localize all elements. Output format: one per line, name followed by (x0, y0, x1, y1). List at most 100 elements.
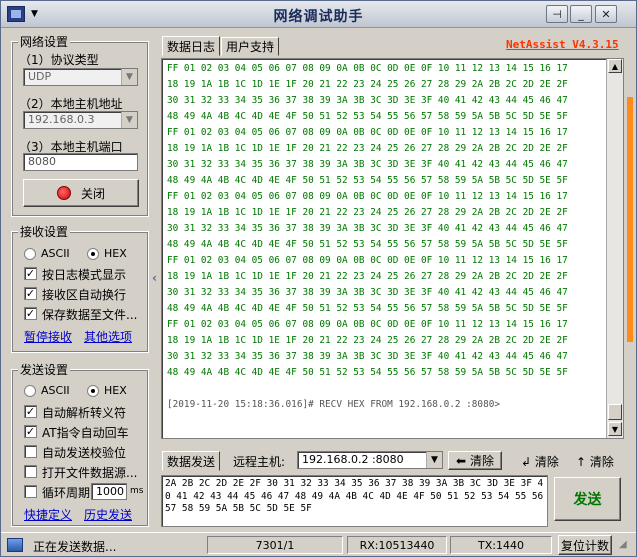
chevron-down-icon[interactable]: ▼ (121, 69, 137, 85)
receive-line: 30 31 32 33 34 35 36 37 38 39 3A 3B 3C 3… (167, 95, 568, 106)
close-connection-button[interactable]: 关闭 (23, 179, 139, 207)
cycle-input[interactable]: 1000 (91, 483, 127, 500)
receive-line: 18 19 1A 1B 1C 1D 1E 1F 20 21 22 23 24 2… (167, 143, 568, 154)
receive-line: 18 19 1A 1B 1C 1D 1E 1F 20 21 22 23 24 2… (167, 79, 568, 90)
send-input[interactable]: 2A 2B 2C 2D 2E 2F 30 31 32 33 34 35 36 3… (161, 475, 548, 527)
chevron-down-icon[interactable]: ▼ (426, 452, 442, 468)
arrow-left-icon: ⬅ (455, 453, 467, 468)
clear-recv-label: 清除 (534, 455, 559, 469)
receive-line: FF 01 02 03 04 05 06 07 08 09 0A 0B 0C 0… (167, 255, 568, 266)
receive-line: FF 01 02 03 04 05 06 07 08 09 0A 0B 0C 0… (167, 63, 568, 74)
group-title: 接收设置 (18, 223, 71, 240)
recv-ascii-label: ASCII (41, 247, 70, 260)
at-crlf-label: AT指令自动回车 (42, 426, 129, 440)
status-tx: TX:1440 (450, 536, 552, 554)
close-window-button[interactable]: ✕ (595, 5, 617, 23)
receive-line: 48 49 4A 4B 4C 4D 4E 4F 50 51 52 53 54 5… (167, 367, 568, 378)
open-file-label: 打开文件数据源... (42, 466, 138, 480)
clear-recv-button[interactable]: ↲ 清除 (521, 453, 559, 470)
checksum-label: 自动发送校验位 (42, 446, 127, 460)
log-mode-checkbox[interactable]: ✓ (24, 267, 37, 280)
status-sending: 正在发送数据... (33, 540, 117, 554)
remote-host-value: 192.168.0.2 :8080 (302, 453, 404, 466)
protocol-label: （1）协议类型 (19, 53, 99, 67)
minimize-icon: _ (578, 7, 584, 21)
version-link[interactable]: NetAssist V4.3.15 (506, 38, 619, 51)
scroll-up-icon[interactable]: ▲ (608, 59, 622, 73)
send-tab[interactable]: 数据发送 (162, 451, 220, 471)
receive-line: 48 49 4A 4B 4C 4D 4E 4F 50 51 52 53 54 5… (167, 239, 568, 250)
pin-icon: ⊣ (552, 7, 562, 21)
receive-scrollbar[interactable]: ▲ ▼ (606, 59, 623, 438)
remote-host-label: 远程主机: (233, 455, 286, 469)
scroll-thumb[interactable] (608, 404, 622, 420)
receive-line: FF 01 02 03 04 05 06 07 08 09 0A 0B 0C 0… (167, 127, 568, 138)
clear-remote-label: 清除 (470, 454, 495, 468)
clear-send-button[interactable]: ↑ 清除 (576, 453, 614, 470)
protocol-value: UDP (28, 70, 52, 83)
cycle-unit: ms (130, 486, 144, 496)
checksum-checkbox[interactable] (24, 445, 37, 458)
at-crlf-checkbox[interactable]: ✓ (24, 425, 37, 438)
auto-wrap-label: 接收区自动换行 (42, 288, 127, 302)
send-hex-label: HEX (104, 384, 127, 397)
shortcut-define-link[interactable]: 快捷定义 (24, 506, 72, 523)
receive-line: 48 49 4A 4B 4C 4D 4E 4F 50 51 52 53 54 5… (167, 111, 568, 122)
receive-line: 30 31 32 33 34 35 36 37 38 39 3A 3B 3C 3… (167, 287, 568, 298)
clear-remote-button[interactable]: ⬅ 清除 (448, 451, 502, 470)
tab-user-support[interactable]: 用户支持 (221, 37, 279, 56)
receive-line: 30 31 32 33 34 35 36 37 38 39 3A 3B 3C 3… (167, 351, 568, 362)
status-led-icon (56, 186, 71, 200)
open-file-checkbox[interactable] (24, 465, 37, 478)
protocol-select[interactable]: UDP ▼ (23, 68, 138, 86)
auto-wrap-checkbox[interactable]: ✓ (24, 287, 37, 300)
send-hex-radio[interactable] (87, 385, 99, 397)
port-input[interactable]: 8080 (23, 153, 138, 171)
status-bar: 正在发送数据... 7301/1 RX:10513440 TX:1440 复位计… (1, 532, 636, 556)
auto-escape-checkbox[interactable]: ✓ (24, 405, 37, 418)
accent-bar (627, 97, 633, 342)
cycle-checkbox[interactable] (24, 485, 37, 498)
status-rx: RX:10513440 (347, 536, 447, 554)
send-button[interactable]: 发送 (554, 477, 621, 521)
receive-line: 18 19 1A 1B 1C 1D 1E 1F 20 21 22 23 24 2… (167, 271, 568, 282)
scroll-down-icon[interactable]: ▼ (608, 422, 622, 436)
receive-log-area[interactable]: FF 01 02 03 04 05 06 07 08 09 0A 0B 0C 0… (161, 58, 624, 439)
host-select[interactable]: 192.168.0.3 ▼ (23, 111, 138, 129)
reset-count-button[interactable]: 复位计数 (558, 535, 612, 555)
group-title: 网络设置 (18, 33, 71, 50)
receive-line: 30 31 32 33 34 35 36 37 38 39 3A 3B 3C 3… (167, 223, 568, 234)
receive-line: 30 31 32 33 34 35 36 37 38 39 3A 3B 3C 3… (167, 159, 568, 170)
close-connection-label: 关闭 (80, 186, 105, 201)
receive-line: 48 49 4A 4B 4C 4D 4E 4F 50 51 52 53 54 5… (167, 303, 568, 314)
log-mode-label: 按日志模式显示 (42, 268, 127, 282)
recv-ascii-radio[interactable] (24, 248, 36, 260)
recv-hex-radio[interactable] (87, 248, 99, 260)
chevron-left-icon[interactable]: ‹ (152, 271, 158, 287)
status-counter: 7301/1 (207, 536, 343, 554)
receive-line: FF 01 02 03 04 05 06 07 08 09 0A 0B 0C 0… (167, 319, 568, 330)
resize-grip-icon[interactable]: ◢ (619, 539, 627, 550)
other-options-link[interactable]: 其他选项 (84, 328, 132, 345)
remote-host-select[interactable]: 192.168.0.2 :8080 ▼ (297, 451, 443, 469)
close-icon: ✕ (601, 7, 611, 21)
receive-line: 18 19 1A 1B 1C 1D 1E 1F 20 21 22 23 24 2… (167, 207, 568, 218)
save-file-label: 保存数据至文件... (42, 308, 138, 322)
title-bar[interactable]: ▼ 网络调试助手 ⊣ _ ✕ (1, 1, 636, 28)
send-history-link[interactable]: 历史发送 (84, 506, 132, 523)
arrow-bend-down-icon: ↲ (521, 455, 532, 469)
chevron-down-icon[interactable]: ▼ (121, 112, 137, 128)
pin-button[interactable]: ⊣ (546, 5, 568, 23)
cycle-label: 循环周期 (42, 486, 91, 500)
window-title: 网络调试助手 (273, 9, 364, 25)
minimize-button[interactable]: _ (570, 5, 592, 23)
receive-line: 18 19 1A 1B 1C 1D 1E 1F 20 21 22 23 24 2… (167, 335, 568, 346)
app-window: ▼ 网络调试助手 ⊣ _ ✕ 网络设置 （1）协议类型 UDP ▼ （2）本地主… (0, 0, 637, 557)
tab-data-log[interactable]: 数据日志 (162, 36, 220, 56)
receive-line: FF 01 02 03 04 05 06 07 08 09 0A 0B 0C 0… (167, 191, 568, 202)
send-ascii-radio[interactable] (24, 385, 36, 397)
save-file-checkbox[interactable]: ✓ (24, 307, 37, 320)
status-indicator-icon (7, 538, 23, 552)
pause-receive-link[interactable]: 暂停接收 (24, 328, 72, 345)
auto-escape-label: 自动解析转义符 (42, 406, 127, 420)
